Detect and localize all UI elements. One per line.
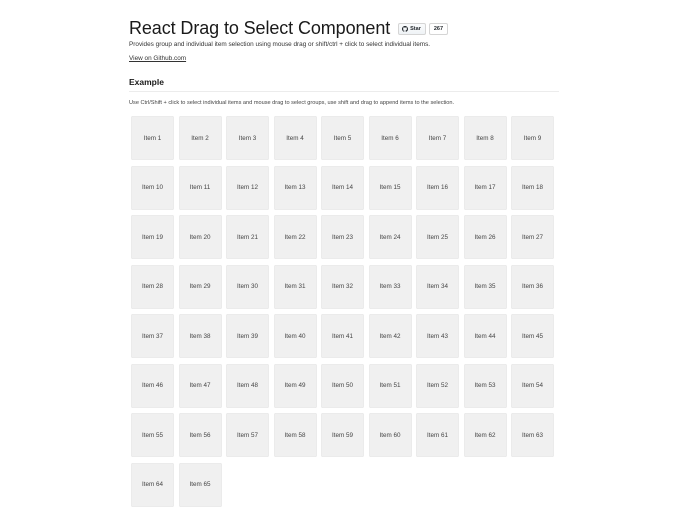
grid-item[interactable]: Item 16 — [416, 165, 459, 210]
grid-item[interactable]: Item 34 — [416, 264, 459, 309]
grid-item[interactable]: Item 25 — [416, 215, 459, 259]
github-star-widget: Star 267 — [398, 23, 449, 35]
grid-item[interactable]: Item 40 — [273, 314, 317, 358]
selectable-item-grid[interactable]: Item 1 Item 2 Item 3 Item 4 Item 5 Item 6 Item… — [131, 116, 557, 507]
grid-item[interactable]: Item 41 — [321, 314, 364, 358]
grid-item[interactable]: Item 50 — [321, 363, 364, 408]
grid-item[interactable]: Item 13 — [273, 165, 317, 210]
grid-item[interactable]: Item 8 — [463, 116, 507, 160]
grid-item[interactable]: Item 27 — [511, 215, 554, 259]
grid-item[interactable]: Item 31 — [273, 264, 317, 309]
github-link[interactable]: View on Github.com — [129, 55, 186, 62]
example-instructions: Use Ctrl/Shift + click to select individ… — [129, 100, 455, 106]
grid-item[interactable]: Item 52 — [416, 363, 459, 408]
grid-item[interactable]: Item 36 — [511, 264, 554, 309]
grid-item[interactable]: Item 63 — [511, 413, 554, 457]
grid-item[interactable]: Item 5 — [321, 116, 364, 160]
grid-item[interactable]: Item 21 — [226, 215, 269, 259]
example-heading: Example — [129, 77, 164, 87]
grid-item[interactable]: Item 58 — [273, 413, 317, 457]
grid-item[interactable]: Item 19 — [131, 215, 174, 259]
grid-item[interactable]: Item 7 — [416, 116, 459, 160]
grid-item[interactable]: Item 14 — [321, 165, 364, 210]
grid-item[interactable]: Item 22 — [273, 215, 317, 259]
grid-item[interactable]: Item 23 — [321, 215, 364, 259]
star-count[interactable]: 267 — [428, 23, 449, 35]
grid-item[interactable]: Item 15 — [368, 165, 412, 210]
grid-item[interactable]: Item 54 — [511, 363, 554, 408]
grid-item[interactable]: Item 60 — [368, 413, 412, 457]
grid-item[interactable]: Item 6 — [368, 116, 412, 160]
grid-item[interactable]: Item 12 — [226, 165, 269, 210]
grid-item[interactable]: Item 3 — [226, 116, 269, 160]
grid-item[interactable]: Item 18 — [511, 165, 554, 210]
grid-item[interactable]: Item 61 — [416, 413, 459, 457]
github-star-button[interactable]: Star — [398, 23, 426, 35]
grid-item[interactable]: Item 59 — [321, 413, 364, 457]
grid-item[interactable]: Item 46 — [131, 363, 174, 408]
section-divider — [129, 91, 559, 92]
grid-item[interactable]: Item 1 — [131, 116, 174, 160]
grid-item[interactable]: Item 20 — [178, 215, 222, 259]
grid-item[interactable]: Item 33 — [368, 264, 412, 309]
grid-item[interactable]: Item 48 — [226, 363, 269, 408]
grid-item[interactable]: Item 37 — [131, 314, 174, 358]
grid-item[interactable]: Item 53 — [463, 363, 507, 408]
grid-item[interactable]: Item 44 — [463, 314, 507, 358]
grid-item[interactable]: Item 45 — [511, 314, 554, 358]
grid-item[interactable]: Item 49 — [273, 363, 317, 408]
grid-item[interactable]: Item 43 — [416, 314, 459, 358]
grid-item[interactable]: Item 39 — [226, 314, 269, 358]
grid-item[interactable]: Item 30 — [226, 264, 269, 309]
grid-item[interactable]: Item 56 — [178, 413, 222, 457]
page-title: React Drag to Select Component — [129, 18, 391, 38]
grid-item[interactable]: Item 47 — [178, 363, 222, 408]
grid-item[interactable]: Item 9 — [511, 116, 554, 160]
grid-item[interactable]: Item 2 — [178, 116, 222, 160]
grid-item[interactable]: Item 38 — [178, 314, 222, 358]
grid-item[interactable]: Item 29 — [178, 264, 222, 309]
grid-item[interactable]: Item 51 — [368, 363, 412, 408]
grid-item[interactable]: Item 10 — [131, 165, 174, 210]
grid-item[interactable]: Item 57 — [226, 413, 269, 457]
grid-item[interactable]: Item 4 — [273, 116, 317, 160]
grid-item[interactable]: Item 17 — [463, 165, 507, 210]
grid-item[interactable]: Item 24 — [368, 215, 412, 259]
grid-item[interactable]: Item 65 — [178, 462, 222, 507]
grid-item[interactable]: Item 42 — [368, 314, 412, 358]
grid-item[interactable]: Item 35 — [463, 264, 507, 309]
grid-item[interactable]: Item 26 — [463, 215, 507, 259]
grid-item[interactable]: Item 55 — [131, 413, 174, 457]
star-label: Star — [410, 26, 421, 32]
title-row: React Drag to Select Component Star 267 — [129, 16, 449, 40]
github-mark-icon — [402, 26, 409, 32]
grid-item[interactable]: Item 11 — [178, 165, 222, 210]
grid-item[interactable]: Item 28 — [131, 264, 174, 309]
grid-item[interactable]: Item 32 — [321, 264, 364, 309]
grid-item[interactable]: Item 64 — [131, 462, 174, 507]
grid-item[interactable]: Item 62 — [463, 413, 507, 457]
page-description: Provides group and individual item selec… — [129, 41, 431, 48]
